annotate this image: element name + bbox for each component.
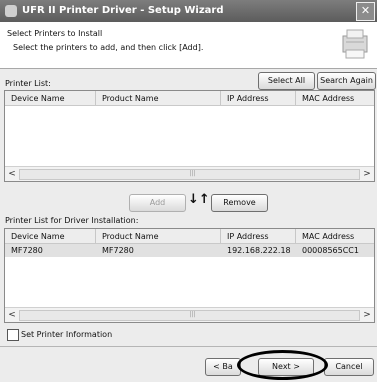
cell-ip: 192.168.222.18 [227, 246, 291, 255]
window-title: UFR II Printer Driver - Setup Wizard [22, 5, 224, 16]
cell-mac: 00008565CC1 [302, 246, 359, 255]
header-title: Select Printers to Install [7, 29, 103, 38]
scroll-thumb[interactable]: ||| [19, 169, 360, 180]
cancel-button[interactable]: Cancel [324, 358, 374, 376]
title-bar[interactable]: UFR II Printer Driver - Setup Wizard ✕ [0, 0, 377, 22]
column-device-name[interactable]: Device Name [11, 94, 65, 103]
close-button[interactable]: ✕ [356, 2, 375, 21]
column-product-name[interactable]: Product Name [102, 94, 159, 103]
column-ip-address[interactable]: IP Address [227, 94, 269, 103]
column-product-name[interactable]: Product Name [102, 232, 159, 241]
printer-graphic-icon [342, 29, 368, 59]
column-mac-address[interactable]: MAC Address [302, 232, 354, 241]
install-list-header: Device Name Product Name IP Address MAC … [5, 229, 374, 244]
cell-product: MF7280 [102, 246, 134, 255]
scroll-left-icon[interactable]: < [6, 309, 18, 321]
install-list[interactable]: Device Name Product Name IP Address MAC … [4, 228, 375, 323]
column-ip-address[interactable]: IP Address [227, 232, 269, 241]
setup-wizard-window: UFR II Printer Driver - Setup Wizard ✕ S… [0, 0, 377, 382]
wizard-header: Select Printers to Install Select the pr… [0, 22, 377, 69]
printer-app-icon [5, 5, 17, 17]
printer-list-label: Printer List: [5, 79, 51, 88]
column-device-name[interactable]: Device Name [11, 232, 65, 241]
cell-device: MF7280 [11, 246, 43, 255]
install-list-scrollbar[interactable]: < ||| > [5, 307, 374, 322]
search-again-button[interactable]: Search Again [317, 72, 376, 90]
remove-button[interactable]: Remove [211, 194, 268, 212]
highlight-oval [237, 350, 328, 380]
scroll-right-icon[interactable]: > [361, 168, 373, 180]
select-all-button[interactable]: Select All [258, 72, 315, 90]
printer-list-header: Device Name Product Name IP Address MAC … [5, 91, 374, 106]
scroll-left-icon[interactable]: < [6, 168, 18, 180]
footer-divider [0, 346, 377, 347]
scroll-thumb[interactable]: ||| [19, 310, 360, 321]
printer-list-scrollbar[interactable]: < ||| > [5, 166, 374, 181]
header-subtitle: Select the printers to add, and then cli… [13, 43, 204, 52]
add-button[interactable]: Add [129, 194, 186, 212]
install-list-label: Printer List for Driver Installation: [5, 216, 139, 225]
set-printer-info-checkbox[interactable] [7, 329, 19, 341]
move-arrows-icon: ↓↑ [188, 192, 210, 207]
scroll-right-icon[interactable]: > [361, 309, 373, 321]
column-mac-address[interactable]: MAC Address [302, 94, 354, 103]
back-button[interactable]: < Ba [205, 358, 241, 376]
table-row[interactable]: MF7280 MF7280 192.168.222.18 00008565CC1 [5, 244, 374, 257]
printer-list[interactable]: Device Name Product Name IP Address MAC … [4, 90, 375, 182]
set-printer-info-label: Set Printer Information [21, 330, 113, 339]
